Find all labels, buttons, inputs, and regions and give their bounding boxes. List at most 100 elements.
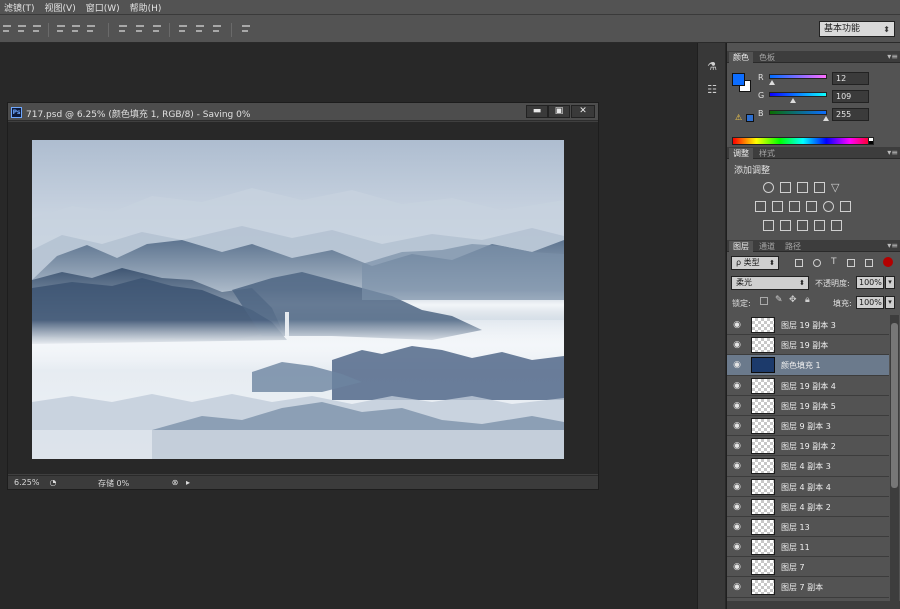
document-canvas[interactable] bbox=[8, 122, 598, 474]
tab-color[interactable]: 颜色 bbox=[729, 52, 753, 63]
fill-layer-thumbnail[interactable] bbox=[751, 357, 775, 374]
tab-styles[interactable]: 样式 bbox=[755, 148, 779, 159]
visibility-eye-icon[interactable]: ◉ bbox=[732, 461, 742, 471]
vibrance-icon[interactable]: ▽ bbox=[831, 182, 842, 193]
layer-list-scrollbar-thumb[interactable] bbox=[891, 323, 898, 488]
visibility-eye-icon[interactable]: ◉ bbox=[732, 482, 742, 492]
visibility-eye-icon[interactable]: ◉ bbox=[732, 441, 742, 451]
visibility-eye-icon[interactable]: ◉ bbox=[732, 381, 742, 391]
lock-position-icon[interactable]: ✥ bbox=[789, 295, 797, 305]
zoom-level[interactable]: 6.25% bbox=[14, 478, 39, 487]
layer-thumbnail[interactable] bbox=[751, 498, 775, 515]
layer-thumbnail[interactable] bbox=[751, 397, 775, 414]
fill-field[interactable]: 100% bbox=[856, 296, 884, 309]
g-value-field[interactable]: 109 bbox=[832, 90, 869, 103]
status-arrow-icon[interactable]: ▸ bbox=[183, 478, 193, 488]
visibility-eye-icon[interactable]: ◉ bbox=[732, 542, 742, 552]
visibility-eye-icon[interactable]: ◉ bbox=[732, 502, 742, 512]
curves-icon[interactable] bbox=[797, 182, 808, 193]
visibility-eye-icon[interactable]: ◉ bbox=[732, 320, 742, 330]
layer-row[interactable]: ◉ 图层 19 副本 5 bbox=[727, 395, 889, 416]
history-icon[interactable]: ⚗ bbox=[705, 60, 719, 74]
exposure-icon[interactable] bbox=[814, 182, 825, 193]
align-bottom-icon[interactable] bbox=[32, 23, 42, 35]
visibility-eye-icon[interactable]: ◉ bbox=[732, 340, 742, 350]
fill-dropdown-icon[interactable]: ▾ bbox=[885, 296, 895, 309]
align-vcenter-icon[interactable] bbox=[17, 23, 27, 35]
visibility-eye-icon[interactable]: ◉ bbox=[732, 522, 742, 532]
minimize-button[interactable]: ▬ bbox=[526, 105, 548, 118]
layer-row[interactable]: ◉ 图层 19 副本 2 bbox=[727, 436, 889, 457]
layer-row[interactable]: ◉ 图层 4 副本 3 bbox=[727, 456, 889, 477]
align-right-icon[interactable] bbox=[86, 23, 96, 35]
align-top-icon[interactable] bbox=[2, 23, 12, 35]
tab-swatches[interactable]: 色板 bbox=[755, 52, 779, 63]
r-slider[interactable] bbox=[769, 74, 827, 79]
color-balance-icon[interactable] bbox=[772, 201, 783, 212]
selective-color-icon[interactable] bbox=[814, 220, 825, 231]
maximize-button[interactable]: ▣ bbox=[548, 105, 570, 118]
layer-thumbnail[interactable] bbox=[751, 559, 775, 576]
levels-icon[interactable] bbox=[780, 182, 791, 193]
layer-row[interactable]: ◉ 图层 7 bbox=[727, 557, 889, 578]
filter-smartobject-icon[interactable] bbox=[865, 259, 873, 267]
b-slider-thumb[interactable] bbox=[823, 116, 829, 121]
threshold-icon[interactable] bbox=[797, 220, 808, 231]
lock-all-icon[interactable]: 🔒︎ bbox=[805, 295, 810, 305]
panel-menu-icon[interactable]: ▾≡ bbox=[887, 52, 898, 61]
color-spectrum[interactable] bbox=[732, 137, 874, 145]
visibility-eye-icon[interactable]: ◉ bbox=[732, 401, 742, 411]
tab-channels[interactable]: 通道 bbox=[755, 241, 779, 252]
document-title-bar[interactable]: Ps 717.psd @ 6.25% (颜色填充 1, RGB/8) - Sav… bbox=[8, 103, 598, 121]
layer-row[interactable]: ◉ 图层 19 副本 3 bbox=[727, 315, 889, 336]
layer-row[interactable]: ◉ 图层 19 副本 bbox=[727, 335, 889, 356]
distribute-bottom-icon[interactable] bbox=[152, 23, 162, 35]
layer-list-scrollbar[interactable] bbox=[890, 315, 899, 605]
layer-thumbnail[interactable] bbox=[751, 417, 775, 434]
b-slider[interactable] bbox=[769, 110, 827, 115]
tab-adjustments[interactable]: 调整 bbox=[729, 148, 753, 159]
websafe-swatch[interactable] bbox=[746, 114, 754, 122]
warning-icon[interactable]: ⚠ bbox=[735, 113, 742, 122]
layer-filter-select[interactable]: ρ 类型 ⬍ bbox=[731, 256, 779, 270]
distribute-right-icon[interactable] bbox=[212, 23, 222, 35]
close-button[interactable]: ✕ bbox=[571, 105, 595, 118]
foreground-color-swatch[interactable] bbox=[732, 73, 745, 86]
r-value-field[interactable]: 12 bbox=[832, 72, 869, 85]
visibility-eye-icon[interactable]: ◉ bbox=[732, 360, 742, 370]
distribute-hcenter-icon[interactable] bbox=[195, 23, 205, 35]
distribute-top-icon[interactable] bbox=[118, 23, 128, 35]
menu-filter[interactable]: 滤镜(T) bbox=[4, 1, 35, 14]
b-value-field[interactable]: 255 bbox=[832, 108, 869, 121]
layer-thumbnail[interactable] bbox=[751, 579, 775, 596]
filter-shape-icon[interactable] bbox=[847, 259, 855, 267]
auto-align-icon[interactable] bbox=[241, 23, 251, 35]
blend-mode-select[interactable]: 柔光 ⬍ bbox=[731, 276, 809, 290]
filter-type-icon[interactable]: T bbox=[831, 257, 837, 267]
posterize-icon[interactable] bbox=[780, 220, 791, 231]
brightness-icon[interactable] bbox=[763, 182, 774, 193]
panel-menu-icon[interactable]: ▾≡ bbox=[887, 148, 898, 157]
channel-mixer-icon[interactable] bbox=[823, 201, 834, 212]
panel-menu-icon[interactable]: ▾≡ bbox=[887, 241, 898, 250]
layer-thumbnail[interactable] bbox=[751, 377, 775, 394]
layer-thumbnail[interactable] bbox=[751, 317, 775, 333]
layer-row[interactable]: ◉ 图层 19 副本 4 bbox=[727, 375, 889, 396]
g-slider-thumb[interactable] bbox=[790, 98, 796, 103]
menu-window[interactable]: 窗口(W) bbox=[86, 1, 120, 14]
layer-thumbnail[interactable] bbox=[751, 518, 775, 535]
opacity-dropdown-icon[interactable]: ▾ bbox=[885, 276, 895, 289]
layer-thumbnail[interactable] bbox=[751, 458, 775, 475]
workspace-select[interactable]: 基本功能 ⬍ bbox=[819, 21, 895, 37]
layer-row[interactable]: ◉ 图层 7 副本 bbox=[727, 577, 889, 598]
lock-transparency-icon[interactable] bbox=[760, 297, 768, 305]
layer-row[interactable]: ◉ 颜色填充 1 bbox=[727, 355, 889, 376]
hue-saturation-icon[interactable] bbox=[755, 201, 766, 212]
properties-icon[interactable]: ☷ bbox=[705, 83, 719, 97]
gradient-map-icon[interactable] bbox=[831, 220, 842, 231]
visibility-eye-icon[interactable]: ◉ bbox=[732, 421, 742, 431]
photo-filter-icon[interactable] bbox=[806, 201, 817, 212]
layer-row[interactable]: ◉ 图层 11 bbox=[727, 537, 889, 558]
align-hcenter-icon[interactable] bbox=[71, 23, 81, 35]
cancel-save-icon[interactable]: ⊗ bbox=[170, 478, 180, 488]
